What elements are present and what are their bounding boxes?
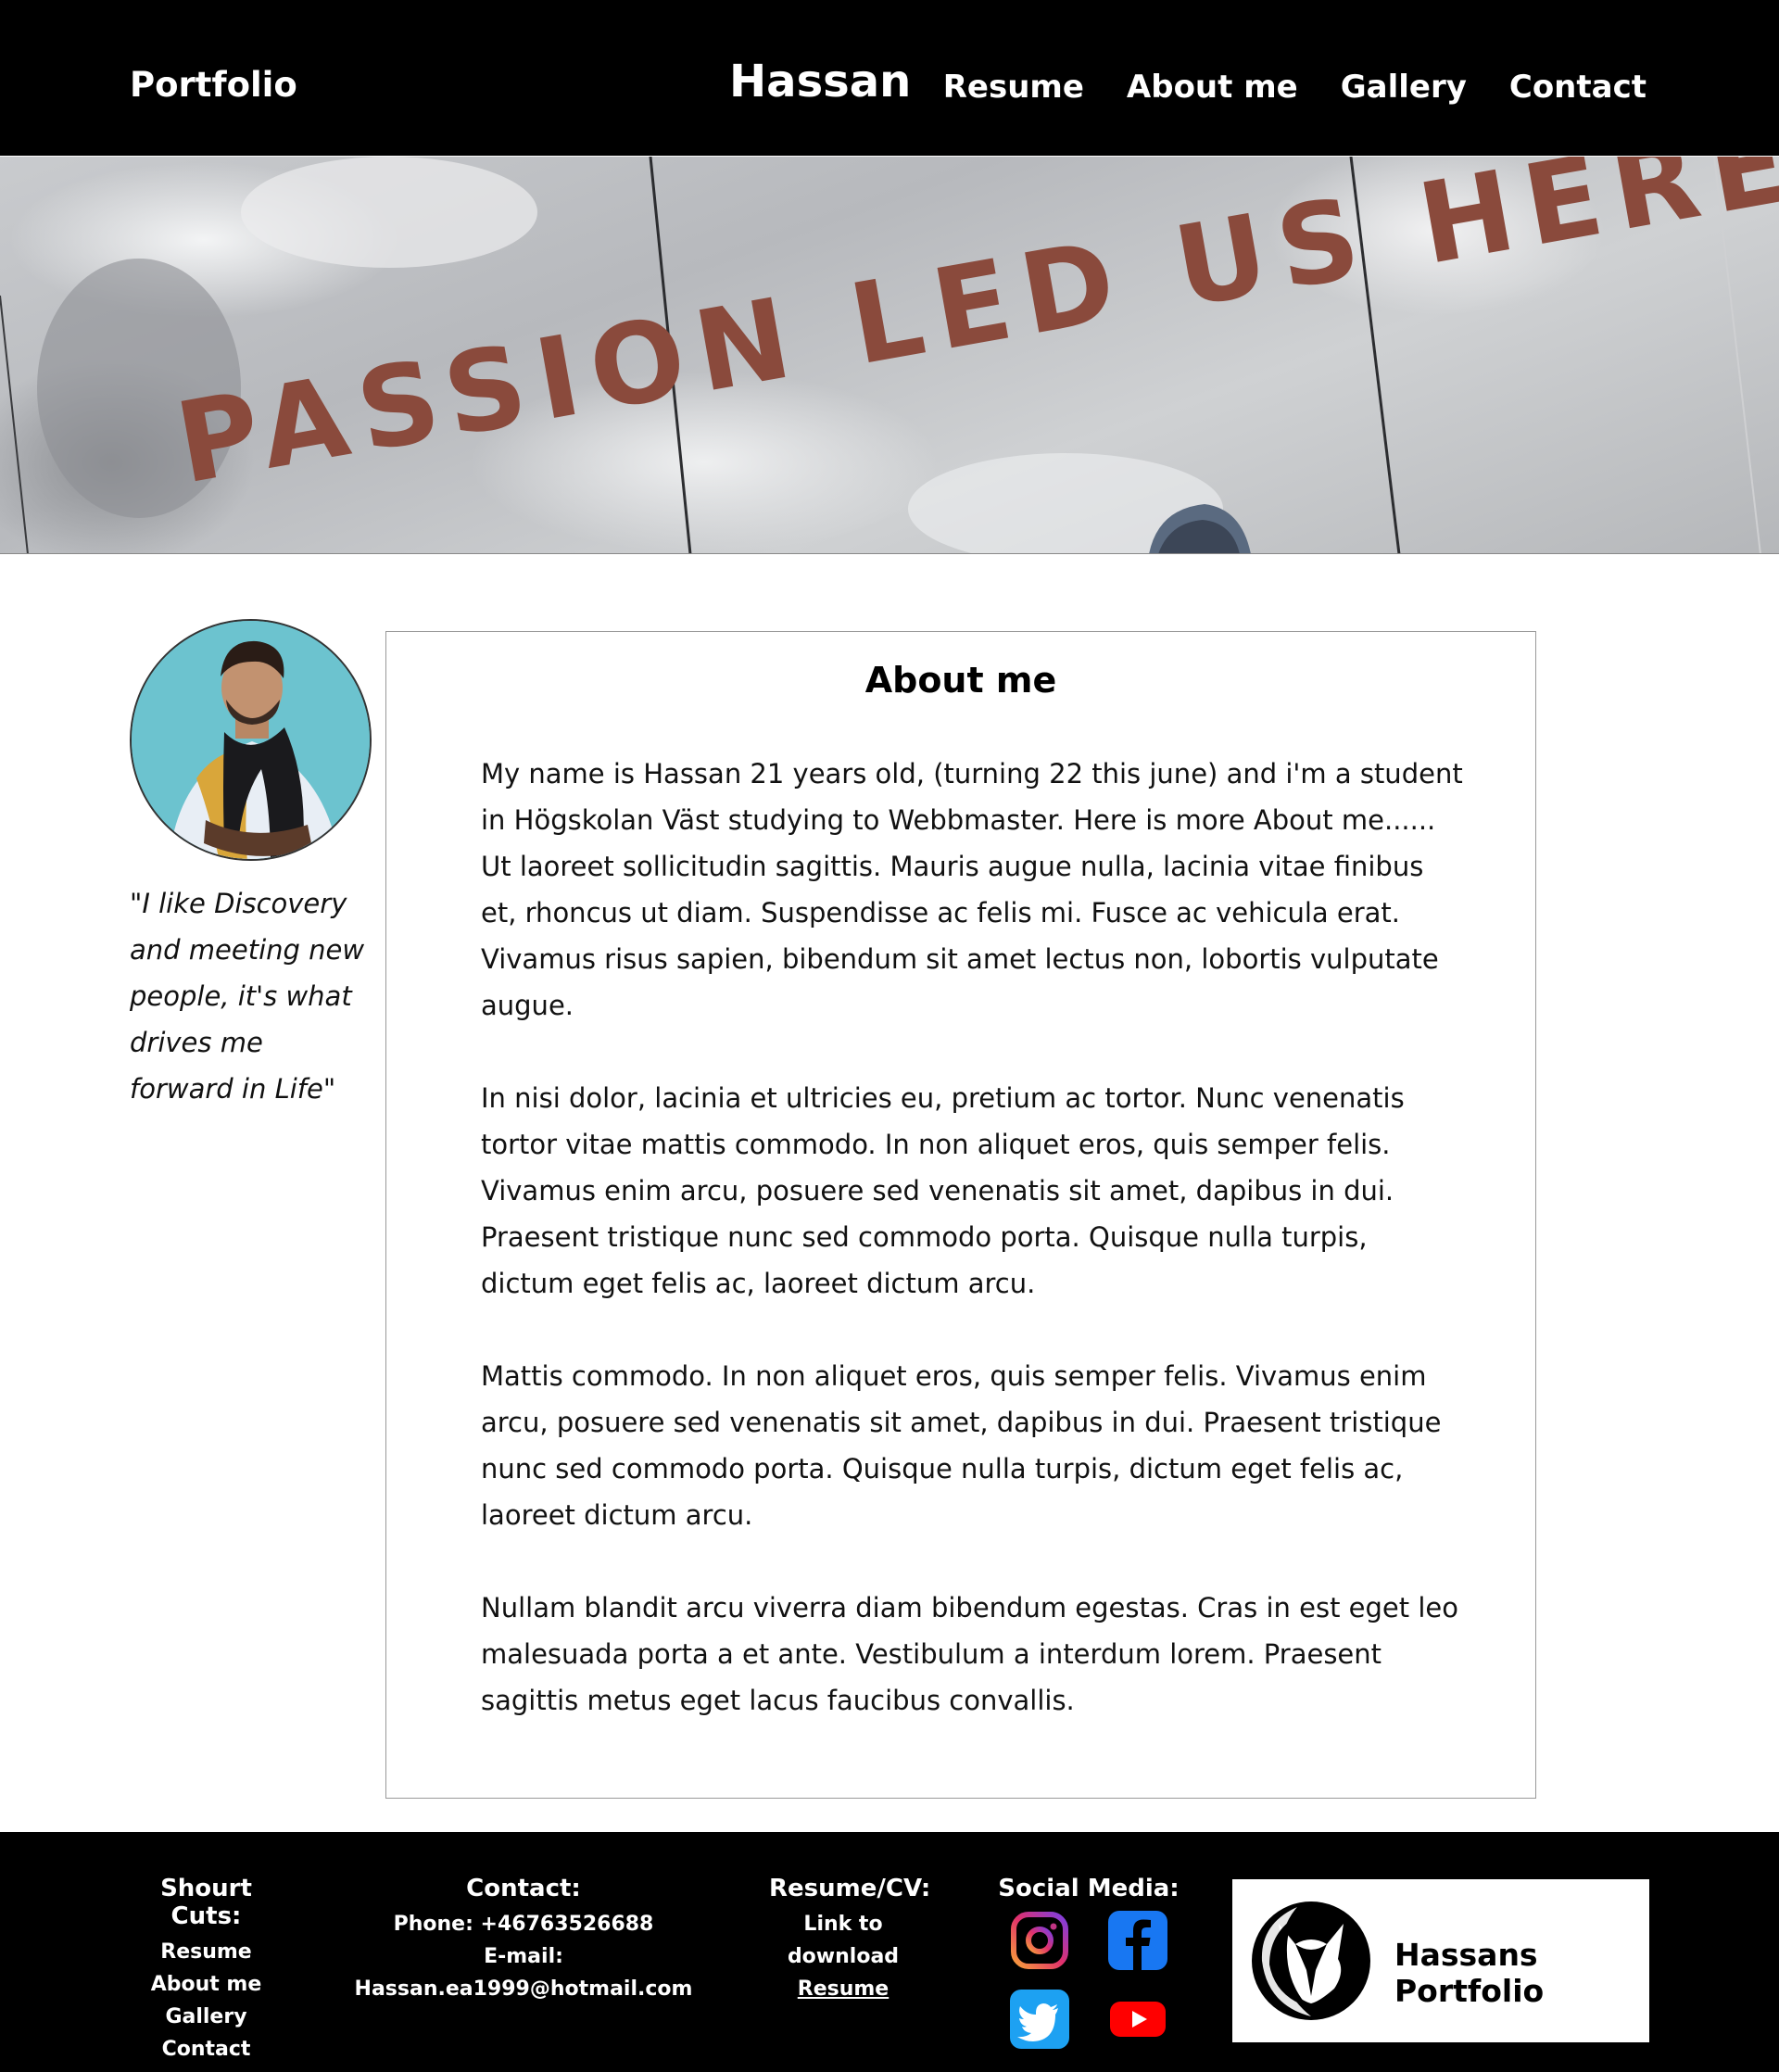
contact-email: E-mail: Hassan.ea1999@hotmail.com [354, 1945, 693, 2001]
logo-text: Hassans Portfolio [1394, 1937, 1545, 2009]
footer-social: Social Media: [982, 1875, 1195, 1902]
about-title: About me [864, 660, 1057, 701]
nav-gallery[interactable]: Gallery [1341, 69, 1467, 106]
about-text: My name is Hassan 21 years old, (turning… [481, 751, 1463, 1770]
top-navbar: Portfolio Hassan Resume About me Gallery… [0, 0, 1779, 156]
youtube-icon[interactable] [1108, 1990, 1167, 2049]
footer-link-gallery[interactable]: Gallery [130, 2001, 283, 2033]
shortcuts-title: Shourt Cuts: [160, 1875, 252, 1930]
social-title: Social Media: [998, 1875, 1180, 1902]
profile-photo [132, 621, 370, 859]
footer-link-contact[interactable]: Contact [130, 2033, 283, 2066]
about-card: About me My name is Hassan 21 years old,… [385, 631, 1536, 1799]
resume-line-2: download [787, 1945, 900, 1968]
nav-about-me[interactable]: About me [1127, 69, 1298, 106]
footer: Shourt Cuts: Resume About me Gallery Con… [0, 1832, 1779, 2072]
footer-shortcuts: Shourt Cuts: Resume About me Gallery Con… [130, 1875, 283, 2066]
footer-resume: Resume/CV: Link to download Resume [769, 1875, 931, 2005]
nav-resume[interactable]: Resume [943, 69, 1084, 106]
brand-label[interactable]: Portfolio [130, 65, 297, 105]
resume-download-link[interactable]: Resume [769, 1973, 917, 2005]
fox-logo-icon [1252, 1901, 1370, 2020]
about-intro-rest: Ut laoreet sollicitudin sagittis. Mauris… [481, 851, 1439, 1021]
site-name: Hassan [729, 56, 912, 107]
profile-avatar [130, 619, 372, 861]
about-paragraph-3: Mattis commodo. In non aliquet eros, qui… [481, 1360, 1442, 1531]
facebook-icon[interactable] [1108, 1911, 1167, 1970]
twitter-icon[interactable] [1010, 1990, 1069, 2049]
main-nav: Resume About me Gallery Contact [943, 69, 1647, 106]
about-intro: My name is Hassan 21 years old, (turning… [481, 758, 1463, 836]
footer-link-resume[interactable]: Resume [130, 1936, 283, 1968]
contact-title: Contact: [466, 1875, 581, 1902]
hero-image: PASSION LED US HERE [0, 157, 1779, 553]
resume-line-1: Link to [803, 1913, 883, 1936]
about-paragraph-1: My name is Hassan 21 years old, (turning… [481, 751, 1463, 1029]
instagram-icon[interactable] [1010, 1911, 1069, 1970]
about-paragraph-2: In nisi dolor, lacinia et ultricies eu, … [481, 1082, 1405, 1299]
footer-link-about-me[interactable]: About me [130, 1968, 283, 2001]
resume-title: Resume/CV: [769, 1875, 931, 1902]
footer-logo[interactable]: Hassans Portfolio [1232, 1879, 1649, 2042]
footer-contact: Contact: Phone: +46763526688 E-mail: Has… [334, 1875, 713, 2005]
profile-quote: "I like Discovery and meeting new people… [130, 888, 365, 1105]
contact-phone: Phone: +46763526688 [393, 1913, 654, 1936]
about-paragraph-4: Nullam blandit arcu viverra diam bibendu… [481, 1592, 1458, 1716]
nav-contact[interactable]: Contact [1509, 69, 1647, 106]
hero-banner: PASSION LED US HERE [0, 157, 1779, 554]
